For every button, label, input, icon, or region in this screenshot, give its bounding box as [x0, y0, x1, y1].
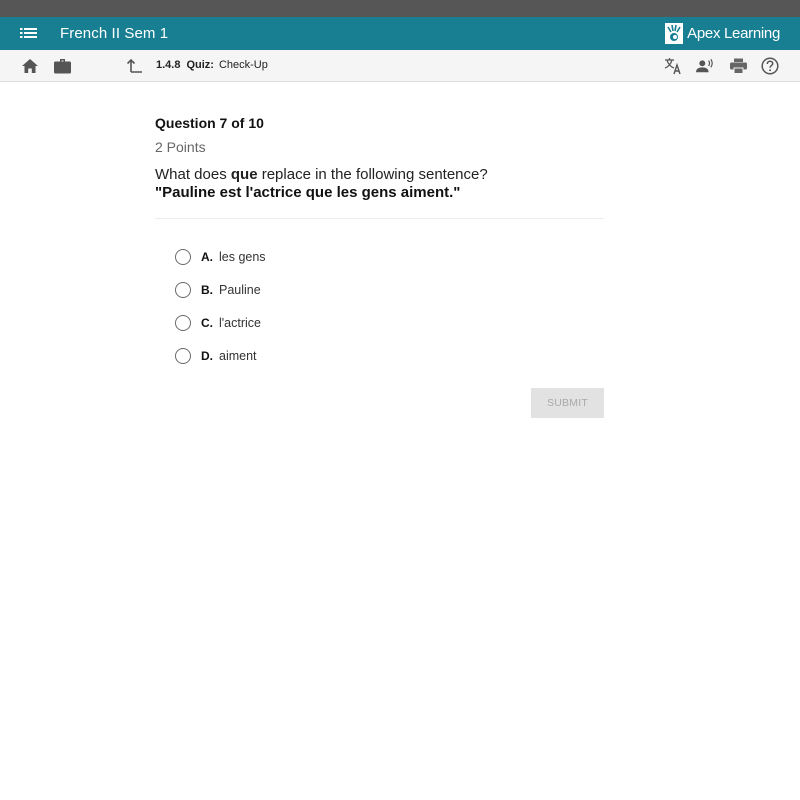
option-text: aiment — [219, 348, 257, 363]
prompt-text-before: What does — [155, 166, 231, 183]
question-points: 2 Points — [155, 139, 206, 155]
radio-button[interactable] — [175, 248, 191, 265]
option-text: Pauline — [219, 282, 261, 297]
option-letter: A. — [201, 249, 213, 264]
answer-options: A. les gens B. Pauline C. l'actrice D. a… — [155, 240, 604, 372]
briefcase-icon — [53, 59, 71, 74]
toolbar: 1.4.8 Quiz: Check-Up — [0, 50, 800, 82]
option-text: les gens — [219, 249, 266, 264]
home-icon — [22, 59, 38, 73]
question-panel: Question 7 of 10 2 Points What does que … — [155, 115, 604, 418]
up-button[interactable] — [126, 57, 144, 75]
question-sentence: "Pauline est l'actrice que les gens aime… — [155, 184, 461, 201]
home-button[interactable] — [21, 57, 39, 75]
option-text: l'actrice — [219, 315, 261, 330]
brand-name: Apex Learning — [687, 25, 780, 42]
apex-logo-icon — [665, 23, 684, 44]
answer-option-d[interactable]: D. aiment — [175, 339, 604, 372]
menu-button[interactable] — [20, 25, 40, 43]
radio-button[interactable] — [175, 281, 191, 298]
answer-option-a[interactable]: A. les gens — [175, 240, 604, 273]
prompt-text-after: replace in the following sentence? — [257, 166, 488, 183]
radio-button[interactable] — [175, 347, 191, 364]
brand-logo[interactable]: Apex Learning — [665, 23, 780, 44]
print-button[interactable] — [729, 57, 747, 75]
help-button[interactable] — [761, 57, 779, 75]
radio-button[interactable] — [175, 314, 191, 331]
lesson-number: 1.4.8 — [156, 59, 181, 71]
breadcrumb: 1.4.8 Quiz: Check-Up — [156, 59, 268, 71]
text-to-speech-icon — [696, 58, 713, 73]
option-letter: B. — [201, 282, 213, 297]
translate-icon — [664, 58, 681, 75]
help-icon — [761, 57, 779, 75]
lesson-title: Check-Up — [218, 59, 268, 71]
briefcase-button[interactable] — [53, 57, 71, 75]
app-bar: French II Sem 1 Apex Learning — [0, 17, 800, 50]
question-number: Question 7 of 10 — [155, 115, 264, 131]
lesson-type: Quiz: — [186, 59, 214, 71]
question-prompt: What does que replace in the following s… — [155, 166, 604, 184]
option-letter: D. — [201, 348, 213, 363]
up-arrow-icon — [127, 58, 142, 73]
submit-button[interactable]: SUBMIT — [531, 388, 604, 418]
prompt-keyword: que — [230, 166, 258, 183]
answer-option-c[interactable]: C. l'actrice — [175, 306, 604, 339]
translate-button[interactable] — [664, 57, 682, 75]
option-letter: C. — [201, 315, 213, 330]
print-icon — [729, 58, 747, 74]
course-title: French II Sem 1 — [60, 25, 169, 42]
status-strip — [0, 0, 800, 17]
divider — [155, 218, 604, 219]
menu-list-icon — [20, 28, 37, 38]
answer-option-b[interactable]: B. Pauline — [175, 273, 604, 306]
text-to-speech-button[interactable] — [696, 57, 714, 75]
